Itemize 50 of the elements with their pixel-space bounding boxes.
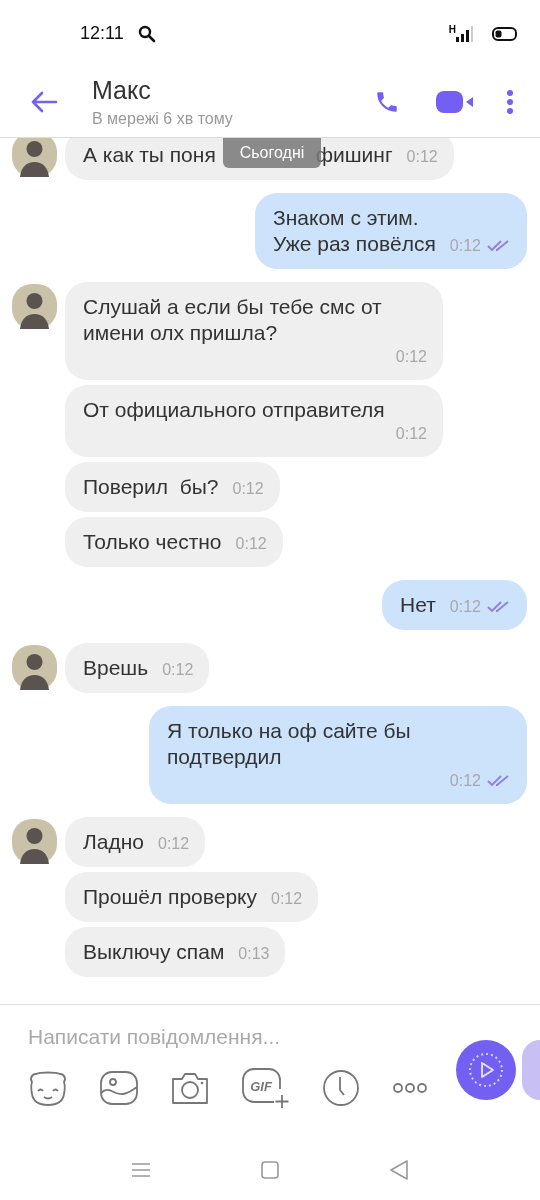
message-text: Только честно xyxy=(83,529,222,555)
avatar-icon[interactable] xyxy=(12,645,57,690)
home-icon[interactable] xyxy=(261,1161,279,1179)
battery-icon xyxy=(492,26,518,41)
clock-icon[interactable] xyxy=(322,1069,360,1107)
message-input[interactable]: Написати повідомлення... xyxy=(28,1025,428,1049)
date-label: Сьогодні xyxy=(223,138,321,168)
call-icon[interactable] xyxy=(374,89,400,115)
last-seen-status: В мережі 6 хв тому xyxy=(92,110,234,128)
message-text: От официального отправителя xyxy=(83,397,385,423)
message-time: 0:12 xyxy=(406,147,438,167)
more-icon[interactable] xyxy=(392,1082,428,1094)
message-time: 0:12 xyxy=(232,479,264,499)
message-time: 0:13 xyxy=(238,944,270,964)
video-call-icon[interactable] xyxy=(436,90,476,114)
bear-face-icon[interactable] xyxy=(28,1070,68,1106)
message-text: Врешь xyxy=(83,655,149,681)
search-icon xyxy=(137,24,156,43)
gif-button[interactable]: GIF xyxy=(242,1067,290,1109)
contact-name: Макс xyxy=(92,76,152,105)
message-time: 0:12 xyxy=(449,236,481,256)
avatar-icon[interactable] xyxy=(12,284,57,329)
message-text: Ладно xyxy=(83,829,144,855)
back-icon[interactable] xyxy=(30,90,58,114)
message-text: Слушай а если бы тебе смс от имени олх пришла? xyxy=(83,294,383,346)
camera-icon[interactable] xyxy=(170,1070,210,1106)
message-time: 0:12 xyxy=(235,534,267,554)
message-text: Прошёл проверку xyxy=(83,884,257,910)
avatar-icon[interactable] xyxy=(12,138,57,177)
back-nav-icon[interactable] xyxy=(389,1160,409,1180)
signal-icon xyxy=(456,25,474,42)
message-time: 0:12 xyxy=(395,424,427,444)
message-time: 0:12 xyxy=(162,660,194,680)
message-time: 0:12 xyxy=(158,834,190,854)
more-options-icon[interactable] xyxy=(506,89,514,115)
message-time: 0:12 xyxy=(449,771,481,791)
message-text: Знаком с этим. Уже раз повёлся xyxy=(273,205,436,257)
message-text: Выключу спам xyxy=(83,939,225,965)
message-time: 0:12 xyxy=(395,347,427,367)
avatar-icon[interactable] xyxy=(12,819,57,864)
message-time: 0:12 xyxy=(449,597,481,617)
image-icon[interactable] xyxy=(100,1071,138,1105)
message-text: А как ты поня xyxy=(83,142,216,168)
message-time: 0:12 xyxy=(271,889,303,909)
record-button[interactable] xyxy=(456,1040,516,1100)
network-type: H xyxy=(448,24,456,35)
message-text: Я только на оф сайте бы подтвердил xyxy=(167,718,412,770)
message-text: Нет xyxy=(400,592,436,618)
message-text: Поверил бы? xyxy=(83,474,219,500)
status-time: 12:11 xyxy=(80,23,124,44)
